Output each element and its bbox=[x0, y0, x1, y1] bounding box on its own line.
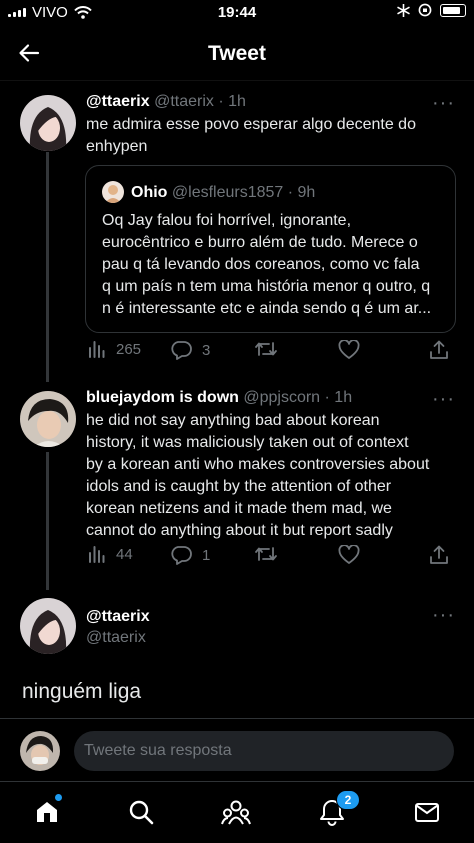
tweet-text: he did not say anything bad about korean… bbox=[86, 412, 430, 539]
avatar[interactable] bbox=[20, 391, 76, 447]
reply-composer bbox=[0, 718, 474, 781]
retweet-icon bbox=[255, 547, 277, 561]
reply-input[interactable] bbox=[74, 731, 454, 771]
tweet-text: me admira esse povo esperar algo decente… bbox=[86, 116, 416, 155]
orientation-lock-icon bbox=[418, 3, 432, 17]
views-button[interactable]: 265 bbox=[88, 340, 141, 358]
tab-communities[interactable] bbox=[216, 792, 256, 832]
header: Tweet bbox=[0, 28, 474, 78]
heart-icon bbox=[338, 340, 360, 359]
retweet-icon bbox=[255, 342, 277, 356]
author-meta: @ppjscorn · 1h bbox=[243, 389, 353, 406]
tweet-author: @ttaerix @ttaerix · 1h bbox=[86, 93, 246, 111]
reply-icon bbox=[171, 546, 192, 565]
views-count: 265 bbox=[116, 340, 142, 358]
bar-chart-icon bbox=[89, 341, 105, 358]
unread-dot bbox=[55, 794, 62, 801]
tab-search[interactable] bbox=[121, 792, 161, 832]
author-name[interactable]: @ttaerix bbox=[86, 93, 150, 110]
more-options-button[interactable]: ··· bbox=[432, 389, 455, 409]
share-button[interactable] bbox=[429, 340, 449, 360]
author-name[interactable]: bluejaydom is down bbox=[86, 389, 239, 406]
communities-icon bbox=[221, 800, 251, 825]
like-button[interactable] bbox=[338, 340, 370, 360]
notifications-badge: 2 bbox=[336, 790, 360, 810]
tab-messages[interactable] bbox=[407, 792, 447, 832]
reply-icon bbox=[171, 341, 192, 360]
mail-icon bbox=[415, 803, 439, 822]
quote-author-meta: @lesfleurs1857 · 9h bbox=[171, 184, 316, 201]
like-button[interactable] bbox=[338, 545, 370, 565]
bar-chart-icon bbox=[89, 546, 105, 563]
snowflake-icon bbox=[397, 3, 410, 17]
quote-avatar bbox=[102, 181, 124, 203]
views-count: 44 bbox=[116, 545, 133, 563]
bottom-tab-bar: 2 bbox=[0, 781, 474, 843]
author-meta: @ttaerix · 1h bbox=[154, 93, 246, 110]
author-name[interactable]: @ttaerix bbox=[86, 606, 150, 627]
share-icon bbox=[430, 545, 448, 564]
tweet-actions: 265 3 bbox=[86, 340, 456, 364]
battery-icon bbox=[440, 3, 466, 17]
more-options-button[interactable]: ··· bbox=[432, 605, 455, 625]
tweet-actions: 44 1 bbox=[86, 545, 456, 569]
author-handle: @ttaerix bbox=[86, 629, 146, 646]
reply-button[interactable]: 3 bbox=[170, 340, 210, 360]
my-avatar bbox=[20, 731, 60, 771]
quoted-tweet[interactable]: Ohio @lesfleurs1857 · 9h Oq Jay falou fo… bbox=[85, 165, 456, 333]
avatar[interactable] bbox=[20, 95, 76, 151]
heart-icon bbox=[338, 545, 360, 564]
tab-home[interactable] bbox=[27, 792, 67, 832]
main-tweet-text: ninguém liga bbox=[22, 680, 142, 703]
thread-line bbox=[46, 152, 49, 382]
reply-field bbox=[74, 731, 454, 771]
quote-text: Oq Jay falou foi horrível, ignorante, eu… bbox=[102, 212, 432, 317]
views-button[interactable]: 44 bbox=[88, 545, 133, 563]
header-divider bbox=[0, 80, 474, 81]
share-button[interactable] bbox=[429, 545, 449, 565]
tweet-author: bluejaydom is down @ppjscorn · 1h bbox=[86, 389, 352, 407]
thread-line bbox=[46, 452, 49, 590]
avatar[interactable] bbox=[20, 598, 76, 654]
reply-count: 3 bbox=[202, 341, 211, 359]
main-tweet-author: @ttaerix @ttaerix bbox=[86, 606, 150, 648]
home-icon bbox=[37, 802, 57, 822]
retweet-button[interactable] bbox=[254, 340, 288, 358]
reply-count: 1 bbox=[202, 546, 211, 564]
quote-author-name: Ohio bbox=[131, 184, 168, 201]
more-options-button[interactable]: ··· bbox=[432, 93, 455, 113]
quote-author: Ohio @lesfleurs1857 · 9h bbox=[131, 184, 315, 202]
retweet-button[interactable] bbox=[254, 545, 288, 563]
search-icon bbox=[129, 800, 154, 825]
share-icon bbox=[430, 340, 448, 359]
status-bar: VIVO 19:44 bbox=[0, 0, 474, 26]
reply-button[interactable]: 1 bbox=[170, 545, 210, 565]
page-title: Tweet bbox=[208, 42, 266, 65]
tab-notifications[interactable]: 2 bbox=[312, 790, 360, 832]
